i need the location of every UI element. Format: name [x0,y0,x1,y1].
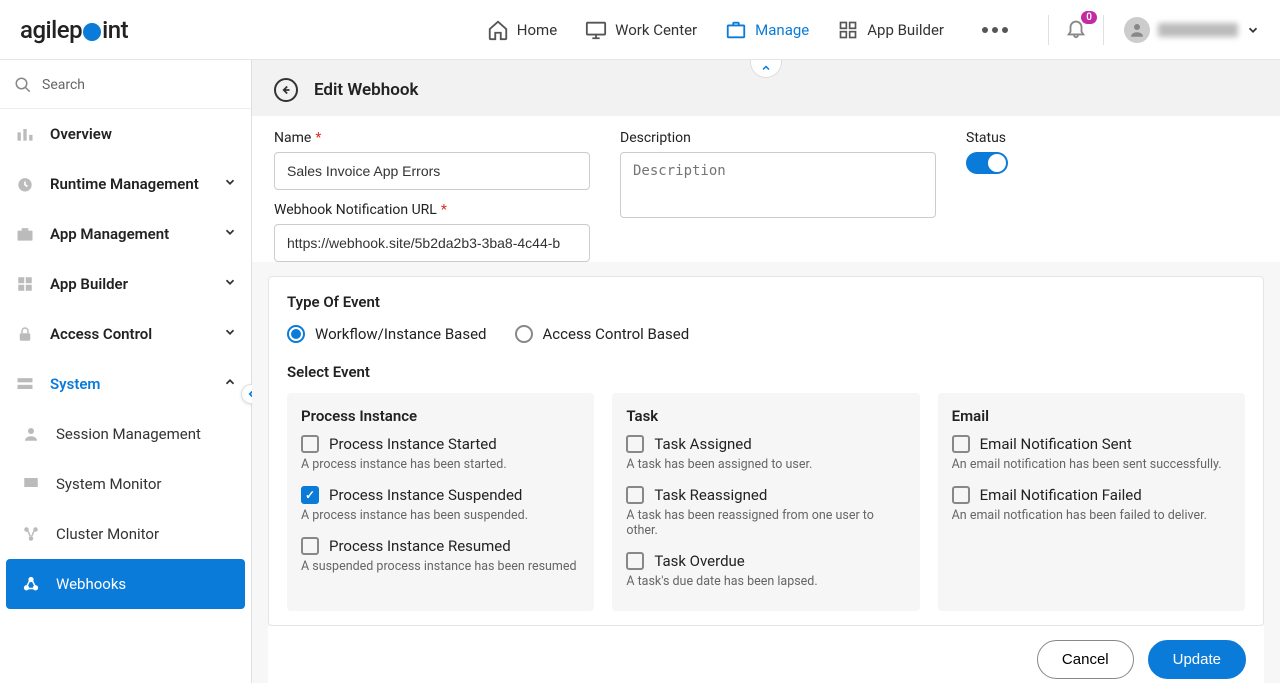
event-col-title: Process Instance [301,407,580,425]
search-placeholder: Search [42,77,85,93]
check-pi-suspended[interactable]: Process Instance Suspended [301,486,580,504]
event-desc: A suspended process instance has been re… [301,559,580,574]
brand-logo: agilepint [20,16,128,44]
divider [1103,15,1104,45]
sidebar-sub-session[interactable]: Session Management [0,409,251,459]
chevron-down-icon [1246,23,1260,37]
status-toggle[interactable] [966,152,1008,174]
cancel-button[interactable]: Cancel [1037,640,1134,679]
briefcase-icon [14,223,36,245]
checkbox-icon [626,486,644,504]
cluster-icon [20,523,42,545]
arrow-left-icon [279,83,293,97]
url-input[interactable] [274,224,590,262]
check-task-overdue[interactable]: Task Overdue [626,552,905,570]
checkbox-icon [952,486,970,504]
check-email-sent[interactable]: Email Notification Sent [952,435,1231,453]
chevron-down-icon [223,175,237,193]
user-menu[interactable] [1124,17,1260,43]
event-col-task: Task Task Assigned A task has been assig… [612,393,919,611]
event-type-heading: Type Of Event [287,293,1245,311]
chart-icon [14,123,36,145]
chevron-up-icon [760,62,772,74]
brand-dot-icon [83,23,101,41]
divider [1048,15,1049,45]
sidebar-sub-cluster[interactable]: Cluster Monitor [0,509,251,559]
webhook-icon [20,573,42,595]
grid-icon [14,273,36,295]
lock-icon [14,323,36,345]
check-pi-started[interactable]: Process Instance Started [301,435,580,453]
sidebar-item-access[interactable]: Access Control [0,309,251,359]
monitor-icon [585,19,607,41]
user-name [1158,23,1238,37]
radio-icon [287,325,305,343]
desc-label: Description [620,130,936,146]
radio-icon [515,325,533,343]
sidebar-item-runtime[interactable]: Runtime Management [0,159,251,209]
chevron-down-icon [223,325,237,343]
event-desc: A task has been reassigned from one user… [626,508,905,538]
sidebar-item-appmgmt[interactable]: App Management [0,209,251,259]
back-button[interactable] [274,78,298,102]
notification-badge: 0 [1081,11,1097,24]
sidebar-sub-sysmon[interactable]: System Monitor [0,459,251,509]
update-button[interactable]: Update [1148,640,1246,679]
event-desc: An email notification has been sent succ… [952,457,1231,472]
nav-workcenter[interactable]: Work Center [585,19,697,41]
sidebar-item-overview[interactable]: Overview [0,109,251,159]
page-title: Edit Webhook [314,80,418,100]
check-email-failed[interactable]: Email Notification Failed [952,486,1231,504]
sidebar-sub-webhooks[interactable]: Webhooks [6,559,245,609]
sidebar: Search Overview Runtime Management App M… [0,60,252,683]
name-label: Name* [274,130,590,146]
chevron-down-icon [223,275,237,293]
sidebar-search[interactable]: Search [0,66,251,109]
chevron-down-icon [223,225,237,243]
apps-icon [837,19,859,41]
event-desc: An email notfication has been failed to … [952,508,1231,523]
nav-appbuilder[interactable]: App Builder [837,19,944,41]
check-task-assigned[interactable]: Task Assigned [626,435,905,453]
checkbox-icon [952,435,970,453]
checkbox-icon [626,552,644,570]
content-area: Edit Webhook Name* Webhook Notification … [252,60,1280,683]
checkbox-icon [301,486,319,504]
sidebar-item-system[interactable]: System [0,359,251,409]
search-icon [14,76,32,94]
notifications-button[interactable]: 0 [1059,17,1093,43]
user-icon [20,423,42,445]
select-event-label: Select Event [287,363,1245,381]
checkbox-icon [301,537,319,555]
status-label: Status [966,130,1258,146]
monitor-icon [20,473,42,495]
checkbox-icon [626,435,644,453]
nav-more[interactable] [972,27,1018,33]
system-icon [14,373,36,395]
event-desc: A task's due date has been lapsed. [626,574,905,589]
checkbox-icon [301,435,319,453]
name-input[interactable] [274,152,590,190]
check-task-reassigned[interactable]: Task Reassigned [626,486,905,504]
radio-access[interactable]: Access Control Based [515,325,690,343]
event-col-title: Email [952,407,1231,425]
event-col-email: Email Email Notification Sent An email n… [938,393,1245,611]
avatar [1124,17,1150,43]
briefcase-icon [725,19,747,41]
event-desc: A process instance has been started. [301,457,580,472]
sidebar-item-appbuilder[interactable]: App Builder [0,259,251,309]
home-icon [487,19,509,41]
clock-icon [14,173,36,195]
desc-input[interactable] [620,152,936,218]
event-col-process-instance: Process Instance Process Instance Starte… [287,393,594,611]
radio-workflow[interactable]: Workflow/Instance Based [287,325,487,343]
chevron-up-icon [223,375,237,393]
event-desc: A task has been assigned to user. [626,457,905,472]
event-col-title: Task [626,407,905,425]
event-desc: A process instance has been suspended. [301,508,580,523]
nav-home[interactable]: Home [487,19,557,41]
check-pi-resumed[interactable]: Process Instance Resumed [301,537,580,555]
url-label: Webhook Notification URL* [274,202,590,218]
nav-manage[interactable]: Manage [725,19,809,41]
